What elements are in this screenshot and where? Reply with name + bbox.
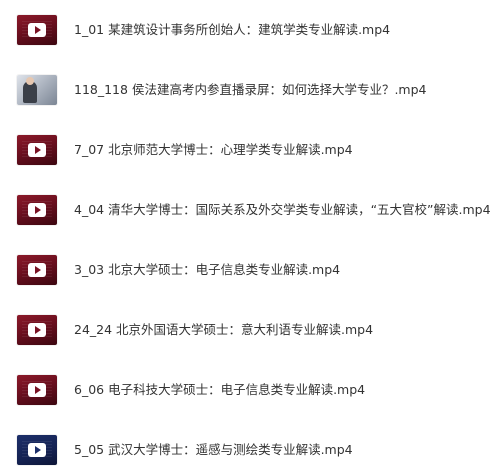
file-name[interactable]: 1_01 某建筑设计事务所创始人：建筑学类专业解读.mp4 xyxy=(74,22,390,38)
file-name[interactable]: 5_05 武汉大学博士：遥感与测绘类专业解读.mp4 xyxy=(74,442,353,458)
play-icon xyxy=(28,323,46,337)
file-name[interactable]: 7_07 北京师范大学博士：心理学类专业解读.mp4 xyxy=(74,142,353,158)
video-thumbnail[interactable] xyxy=(17,135,57,165)
file-name[interactable]: 24_24 北京外国语大学硕士：意大利语专业解读.mp4 xyxy=(74,322,373,338)
file-row[interactable]: 3_03 北京大学硕士：电子信息类专业解读.mp4 xyxy=(0,252,492,292)
play-icon xyxy=(28,383,46,397)
file-row[interactable]: 118_118 侯法建高考内参直播录屏：如何选择大学专业？.mp4 xyxy=(0,72,492,112)
play-icon xyxy=(28,263,46,277)
play-icon xyxy=(28,143,46,157)
file-name[interactable]: 118_118 侯法建高考内参直播录屏：如何选择大学专业？.mp4 xyxy=(74,82,426,98)
file-name[interactable]: 6_06 电子科技大学硕士：电子信息类专业解读.mp4 xyxy=(74,382,365,398)
file-row[interactable]: 24_24 北京外国语大学硕士：意大利语专业解读.mp4 xyxy=(0,312,492,352)
file-row[interactable]: 5_05 武汉大学博士：遥感与测绘类专业解读.mp4 xyxy=(0,432,492,472)
file-row[interactable]: 1_01 某建筑设计事务所创始人：建筑学类专业解读.mp4 xyxy=(0,12,492,52)
play-icon xyxy=(28,203,46,217)
file-row[interactable]: 4_04 清华大学博士：国际关系及外交学类专业解读，“五大官校”解读.mp4 xyxy=(0,192,492,232)
video-thumbnail[interactable] xyxy=(17,195,57,225)
file-name[interactable]: 4_04 清华大学博士：国际关系及外交学类专业解读，“五大官校”解读.mp4 xyxy=(74,202,491,218)
file-name[interactable]: 3_03 北京大学硕士：电子信息类专业解读.mp4 xyxy=(74,262,340,278)
video-thumbnail[interactable] xyxy=(17,435,57,465)
file-row[interactable]: 7_07 北京师范大学博士：心理学类专业解读.mp4 xyxy=(0,132,492,172)
video-thumbnail[interactable] xyxy=(17,255,57,285)
file-row[interactable]: 6_06 电子科技大学硕士：电子信息类专业解读.mp4 xyxy=(0,372,492,412)
person-head-icon xyxy=(26,77,34,85)
file-list: 1_01 某建筑设计事务所创始人：建筑学类专业解读.mp4 118_118 侯法… xyxy=(0,0,492,474)
video-thumbnail[interactable] xyxy=(17,315,57,345)
video-thumbnail[interactable] xyxy=(17,75,57,105)
video-thumbnail[interactable] xyxy=(17,15,57,45)
video-thumbnail[interactable] xyxy=(17,375,57,405)
play-icon xyxy=(28,443,46,457)
play-icon xyxy=(28,23,46,37)
